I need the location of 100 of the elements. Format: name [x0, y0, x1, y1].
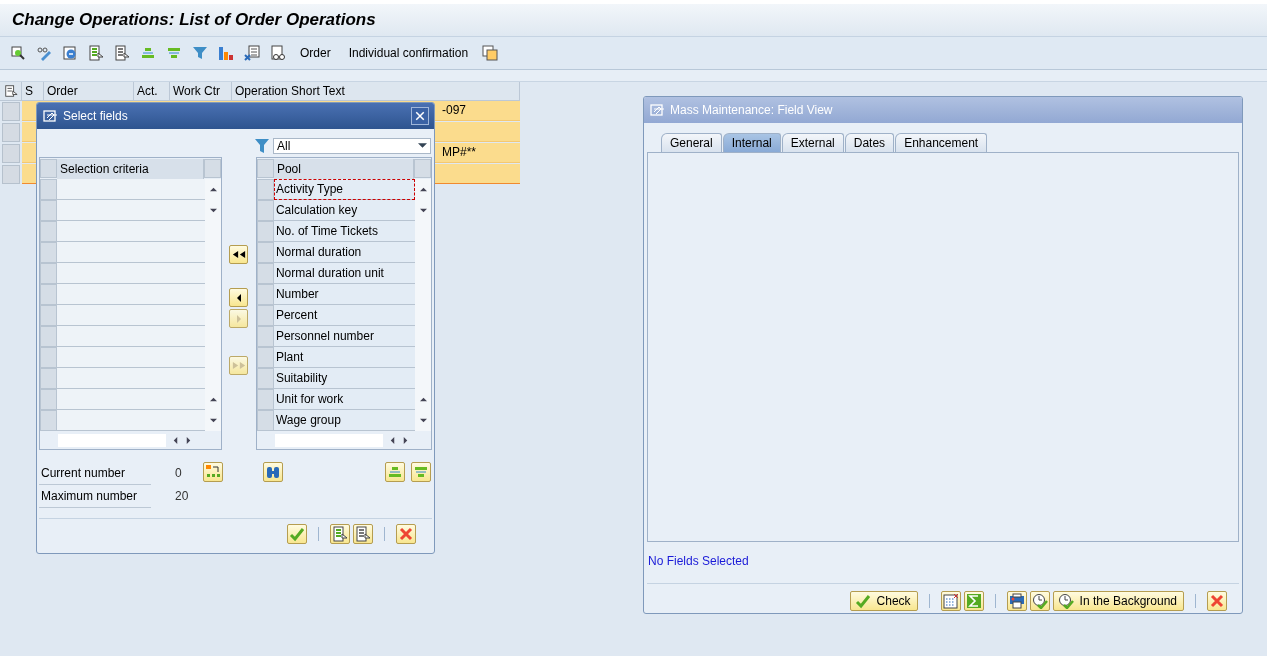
bar-chart-icon[interactable]: [218, 45, 234, 61]
column-header[interactable]: S: [22, 82, 44, 101]
row-selector[interactable]: [256, 305, 274, 326]
toolbar-button[interactable]: Order: [292, 44, 339, 62]
list-arrow-icon[interactable]: [114, 45, 130, 61]
row-selector[interactable]: [40, 221, 57, 242]
cancel-button[interactable]: [396, 524, 416, 544]
list-item[interactable]: Percent: [273, 305, 415, 326]
row-selector[interactable]: [40, 242, 57, 263]
toolbar-button[interactable]: Individual confirmation: [340, 44, 477, 62]
tab[interactable]: External: [781, 133, 844, 152]
tab[interactable]: Enhancement: [895, 133, 988, 152]
action-button[interactable]: In the Background: [1052, 591, 1184, 611]
header-corner[interactable]: [256, 159, 274, 178]
move-all-right-button[interactable]: [229, 356, 249, 375]
header-corner[interactable]: [414, 159, 431, 178]
refresh-icon[interactable]: [62, 45, 78, 61]
row-selector[interactable]: [256, 410, 274, 431]
tab[interactable]: General: [661, 133, 722, 152]
row-selector[interactable]: [256, 284, 274, 305]
filter-icon[interactable]: [254, 138, 270, 154]
table-icon-button[interactable]: [940, 591, 961, 611]
move-left-button[interactable]: [229, 288, 249, 307]
header-corner[interactable]: [204, 159, 222, 178]
print-button[interactable]: [1006, 591, 1027, 611]
confirm-button[interactable]: [287, 524, 307, 544]
list-item[interactable]: Activity Type: [273, 179, 415, 200]
list-item[interactable]: Calculation key: [273, 200, 415, 221]
find-button[interactable]: [263, 462, 283, 482]
scrollbar[interactable]: [205, 179, 222, 431]
list-cell[interactable]: [57, 221, 206, 242]
row-selector[interactable]: [256, 263, 274, 284]
list-cell[interactable]: [57, 305, 206, 326]
row-selector[interactable]: [40, 305, 57, 326]
sort-descending-icon[interactable]: [166, 45, 182, 61]
move-all-left-button[interactable]: [229, 245, 249, 264]
sort-ascending-button[interactable]: [385, 462, 405, 482]
list-cell[interactable]: [57, 200, 206, 221]
row-selector[interactable]: [40, 326, 57, 347]
row-selector[interactable]: [40, 200, 57, 221]
deselect-all-button[interactable]: [353, 524, 373, 544]
row-selector[interactable]: [256, 347, 274, 368]
sort-descending-button[interactable]: [411, 462, 431, 482]
list-cell[interactable]: [57, 410, 206, 431]
row-selector[interactable]: [256, 368, 274, 389]
list-item[interactable]: Unit for work: [273, 389, 415, 410]
column-header[interactable]: Act.: [134, 82, 170, 101]
row-selector[interactable]: [40, 410, 57, 431]
cancel-button[interactable]: [1207, 591, 1227, 611]
row-selector[interactable]: [256, 242, 274, 263]
table-settings-icon[interactable]: [0, 82, 22, 101]
list-cell[interactable]: [57, 326, 206, 347]
list-cell[interactable]: [57, 284, 206, 305]
scrollbar[interactable]: [415, 179, 431, 431]
row-selector[interactable]: [2, 165, 20, 184]
list-item[interactable]: Number: [273, 284, 415, 305]
column-header[interactable]: Operation Short Text: [232, 82, 520, 101]
list-cell[interactable]: [57, 263, 206, 284]
tab[interactable]: Internal: [722, 133, 781, 152]
spreadsheet-icon[interactable]: [244, 45, 260, 61]
column-header[interactable]: Order: [44, 82, 134, 101]
schedule-button[interactable]: [1029, 591, 1050, 611]
column-header[interactable]: Work Ctr: [170, 82, 232, 101]
glasses-pencil-icon[interactable]: [36, 45, 52, 61]
list-cell[interactable]: [57, 242, 206, 263]
document-glasses-icon[interactable]: [270, 45, 286, 61]
list-item[interactable]: Normal duration: [273, 242, 415, 263]
list-item[interactable]: Wage group: [273, 410, 415, 431]
filter-icon[interactable]: [192, 45, 208, 61]
row-selector[interactable]: [40, 389, 57, 410]
row-selector[interactable]: [40, 347, 57, 368]
row-selector[interactable]: [40, 284, 57, 305]
list-cell[interactable]: [57, 347, 206, 368]
tab[interactable]: Dates: [844, 133, 895, 152]
list-item[interactable]: Suitability: [273, 368, 415, 389]
list-item[interactable]: Personnel number: [273, 326, 415, 347]
select-all-button[interactable]: [330, 524, 350, 544]
list-cell[interactable]: [57, 389, 206, 410]
row-selector[interactable]: [256, 179, 274, 200]
search-glasses-icon[interactable]: [10, 45, 26, 61]
hierarchy-button[interactable]: [203, 462, 223, 482]
filter-dropdown[interactable]: All: [273, 138, 431, 154]
list-arrow-icon[interactable]: [88, 45, 104, 61]
row-selector[interactable]: [40, 179, 57, 200]
list-cell[interactable]: [57, 368, 206, 389]
list-item[interactable]: Plant: [273, 347, 415, 368]
row-selector[interactable]: [40, 263, 57, 284]
list-item[interactable]: No. of Time Tickets: [273, 221, 415, 242]
sort-ascending-icon[interactable]: [140, 45, 156, 61]
row-selector[interactable]: [2, 144, 20, 163]
list-cell[interactable]: [57, 179, 206, 200]
list-item[interactable]: Normal duration unit: [273, 263, 415, 284]
close-button[interactable]: [411, 107, 429, 125]
action-button[interactable]: Check: [849, 591, 918, 611]
row-selector[interactable]: [40, 368, 57, 389]
row-selector[interactable]: [256, 200, 274, 221]
row-selector[interactable]: [2, 123, 20, 142]
row-selector[interactable]: [256, 326, 274, 347]
header-corner[interactable]: [40, 159, 57, 178]
sum-button[interactable]: [963, 591, 984, 611]
